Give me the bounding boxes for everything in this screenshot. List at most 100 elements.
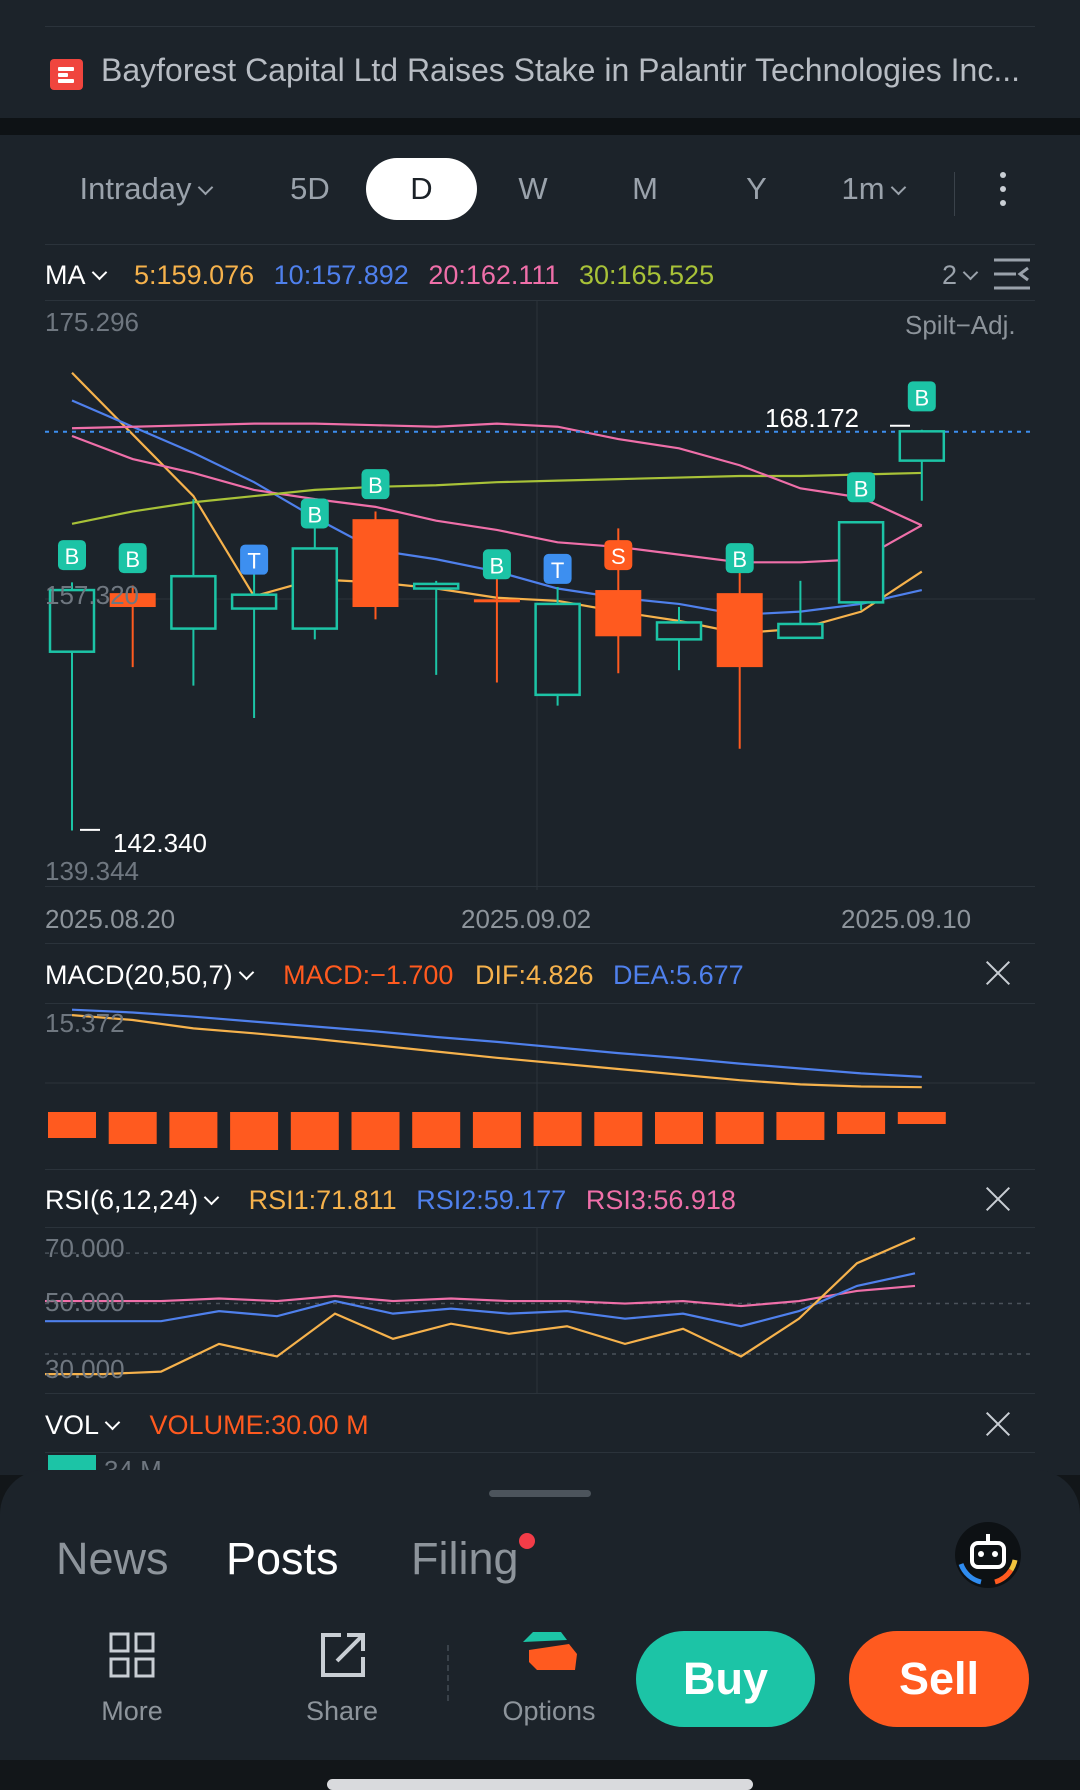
news-article-icon — [50, 59, 83, 90]
more-label[interactable]: More — [82, 1696, 182, 1727]
rsi-chart[interactable] — [0, 1227, 1080, 1393]
buy-button[interactable]: Buy — [636, 1631, 815, 1727]
macd-chart[interactable] — [0, 1003, 1080, 1169]
ma20-value: 20:162.111 — [428, 260, 560, 290]
grid-icon[interactable] — [108, 1631, 156, 1679]
signal-marker-label: B — [914, 385, 929, 410]
rsi-level-50: 50.000 — [45, 1287, 125, 1317]
signal-marker-label: B — [854, 476, 869, 501]
macd-histogram-bar — [290, 1112, 339, 1150]
indicator-settings-icon[interactable] — [992, 256, 1032, 292]
signal-marker-label: B — [732, 547, 747, 572]
signal-marker-label: B — [368, 473, 383, 498]
tab-5d[interactable]: 5D — [270, 158, 350, 220]
macd-histogram-bar — [108, 1112, 157, 1144]
divider — [45, 244, 1035, 245]
ai-assistant-icon[interactable] — [953, 1520, 1023, 1590]
signal-marker-label: B — [307, 502, 322, 527]
macd-histogram-bar — [230, 1112, 279, 1150]
share-label[interactable]: Share — [292, 1696, 392, 1727]
candle-body — [716, 593, 763, 668]
tab-week[interactable]: W — [510, 158, 556, 220]
vol-indicator-row[interactable]: VOL VOLUME:30.00 M — [45, 1410, 369, 1441]
macd-indicator-row[interactable]: MACD(20,50,7) MACD:−1.700 DIF:4.826 DEA:… — [45, 960, 744, 991]
candle-body — [837, 521, 885, 604]
tab-year[interactable]: Y — [734, 158, 779, 220]
dif-line — [71, 1014, 922, 1089]
volume-value: VOLUME:30.00 M — [149, 1410, 369, 1440]
news-headline[interactable]: Bayforest Capital Ltd Raises Stake in Pa… — [101, 52, 1066, 89]
divider — [45, 1393, 1035, 1394]
macd-y-axis-top: 15.372 — [45, 1008, 125, 1038]
x-axis-date: 2025.09.02 — [461, 904, 592, 934]
section-divider — [0, 118, 1080, 135]
candle-body — [412, 582, 460, 590]
close-rsi-icon[interactable] — [985, 1186, 1011, 1212]
tab-posts[interactable]: Posts — [226, 1533, 339, 1585]
candle-body — [655, 621, 703, 641]
low-price-marker: 142.340 — [113, 828, 207, 858]
y-axis-bottom: 139.344 — [45, 856, 139, 886]
chevron-down-icon — [962, 264, 979, 281]
tab-news[interactable]: News — [56, 1533, 169, 1585]
candlestick-chart[interactable]: B B T B B B T S B B B — [0, 300, 1080, 890]
home-indicator[interactable] — [327, 1779, 753, 1790]
macd-histogram-bar — [655, 1112, 703, 1144]
layout-selector[interactable]: 2 — [942, 260, 979, 291]
notification-dot — [519, 1533, 535, 1549]
divider — [45, 26, 1035, 27]
macd-histogram-bar — [776, 1112, 825, 1140]
dea-value: DEA:5.677 — [613, 960, 744, 990]
rsi2-value: RSI2:59.177 — [416, 1185, 567, 1215]
more-options-icon[interactable] — [999, 172, 1007, 212]
tab-day[interactable]: D — [366, 158, 477, 220]
signal-marker-label: B — [490, 553, 505, 578]
options-icon[interactable] — [519, 1630, 579, 1678]
divider — [45, 943, 1035, 944]
volume-bar — [48, 1455, 96, 1471]
tab-month[interactable]: M — [620, 158, 670, 220]
sheet-handle[interactable] — [489, 1490, 591, 1497]
candle-body — [777, 622, 824, 640]
split-adjusted-label[interactable]: Spilt−Adj. — [905, 310, 1016, 341]
candle-body — [898, 430, 946, 462]
signal-marker-label: B — [125, 547, 140, 572]
chevron-down-icon — [890, 179, 906, 196]
tab-interval[interactable]: 1m — [830, 158, 915, 220]
ma30-value: 30:165.525 — [578, 260, 715, 290]
tab-intraday[interactable]: Intraday — [60, 158, 230, 220]
dea-line — [71, 1008, 922, 1078]
close-vol-icon[interactable] — [985, 1411, 1011, 1437]
x-axis-date: 2025.09.10 — [841, 904, 972, 934]
tab-interval-label: 1m — [841, 171, 885, 206]
high-price-marker: 168.172 — [765, 403, 859, 433]
close-macd-icon[interactable] — [985, 960, 1011, 986]
ma-indicator-row[interactable]: MA 5:159.076 10:157.892 20:162.111 30:16… — [45, 260, 714, 291]
ma-line-ma30 — [71, 471, 922, 525]
macd-histogram-bar — [351, 1112, 400, 1150]
toolbar-divider — [954, 172, 955, 216]
rsi-indicator-row[interactable]: RSI(6,12,24) RSI1:71.811 RSI2:59.177 RSI… — [45, 1185, 736, 1216]
rsi1-value: RSI1:71.811 — [248, 1185, 397, 1215]
macd-histogram-bar — [169, 1112, 218, 1148]
macd-histogram-bar — [472, 1112, 521, 1148]
tab-filing[interactable]: Filing — [411, 1533, 519, 1585]
chevron-down-icon — [238, 964, 254, 981]
share-icon[interactable] — [319, 1631, 367, 1679]
sell-button[interactable]: Sell — [849, 1631, 1029, 1727]
macd-histogram-bar — [412, 1112, 461, 1148]
ma-label: MA — [45, 260, 86, 290]
tab-intraday-label: Intraday — [79, 171, 192, 206]
macd-value: MACD:−1.700 — [283, 960, 454, 990]
vol-label: VOL — [45, 1410, 100, 1440]
options-label[interactable]: Options — [493, 1696, 605, 1727]
signal-marker-label: T — [247, 549, 260, 574]
y-axis-top: 175.296 — [45, 307, 139, 337]
signal-marker-label: S — [611, 544, 626, 569]
macd-histogram-bar — [715, 1112, 764, 1144]
x-axis-date: 2025.08.20 — [45, 904, 176, 934]
layout-count: 2 — [942, 260, 958, 290]
signal-marker-label: B — [65, 544, 80, 569]
ma5-value: 5:159.076 — [134, 260, 255, 290]
candle-body — [230, 593, 278, 610]
